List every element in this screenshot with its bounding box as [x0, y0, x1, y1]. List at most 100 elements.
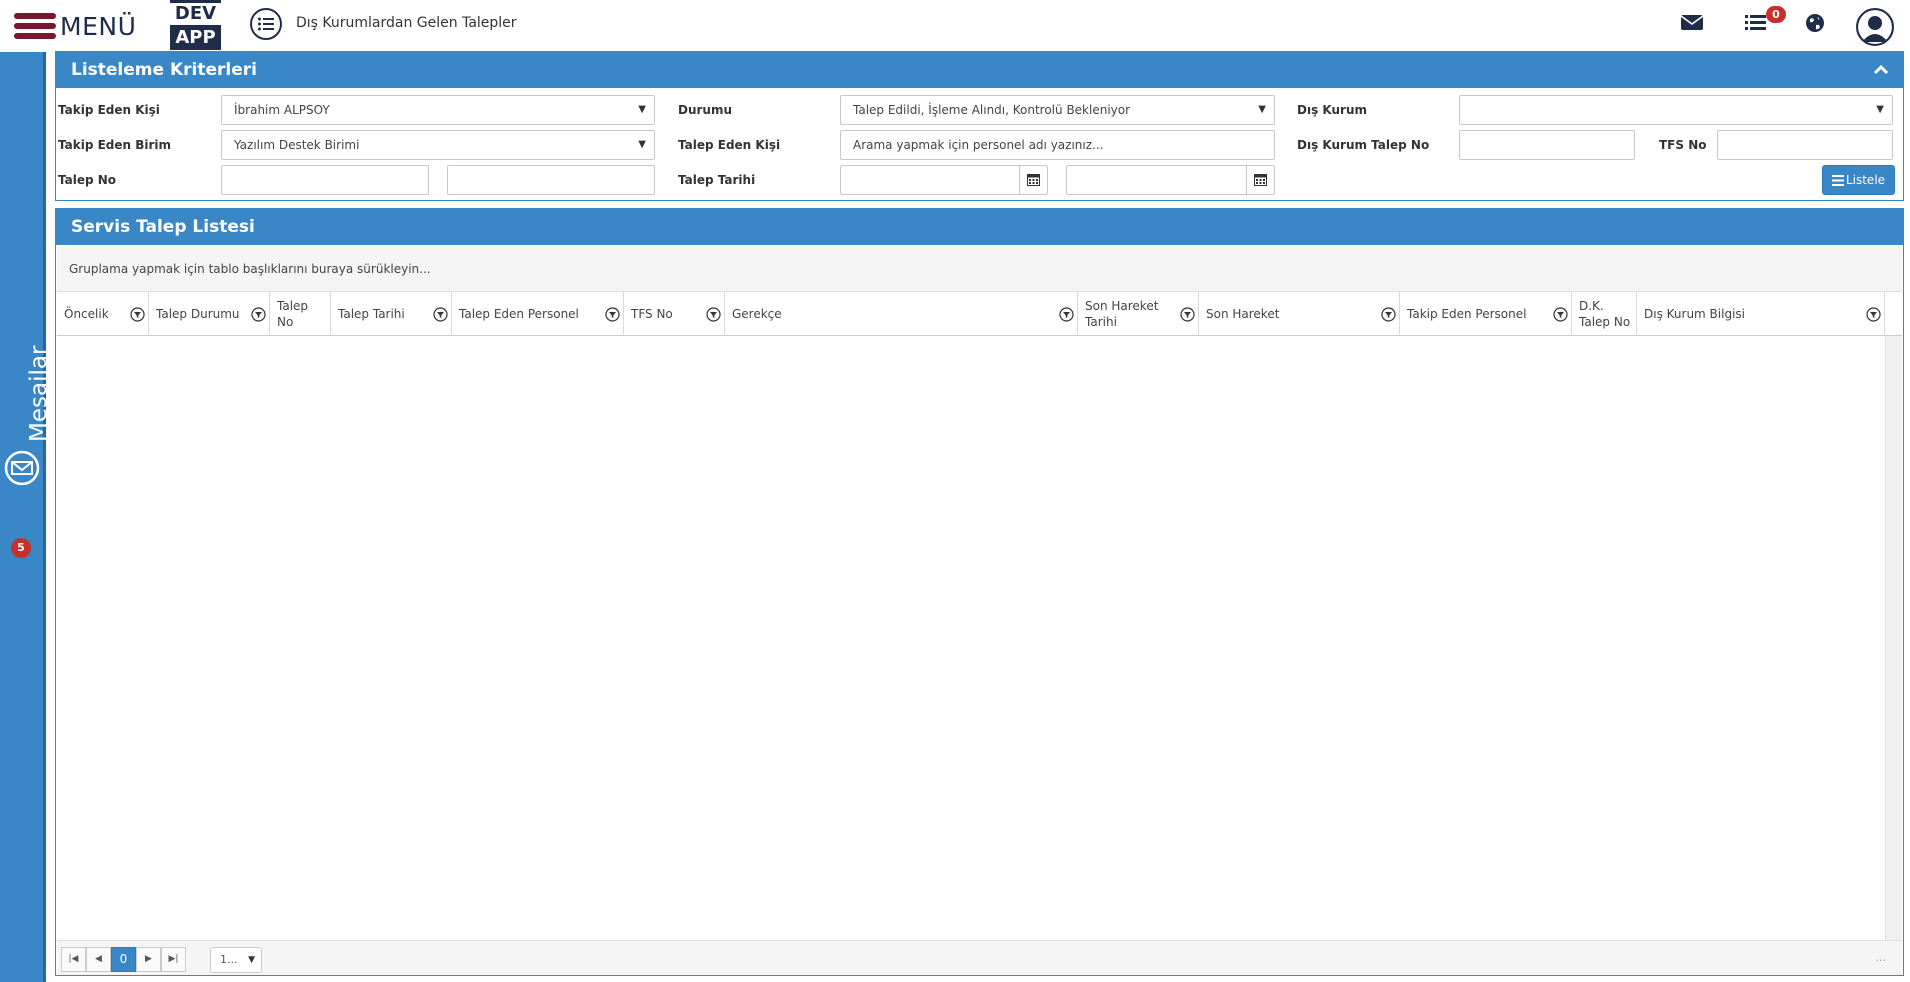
column-title: Talep No: [277, 299, 309, 329]
filter-icon[interactable]: [706, 307, 721, 322]
durumu-value: Talep Edildi, İşleme Alındı, Kontrolü Be…: [853, 103, 1131, 117]
criteria-panel-header: Listeleme Kriterleri: [56, 52, 1903, 88]
group-drop-area[interactable]: Gruplama yapmak için tablo başlıklarını …: [57, 247, 1902, 292]
column-title: Son Hareket: [1206, 307, 1280, 321]
prev-page-button[interactable]: ◀: [86, 947, 111, 972]
column-title: Talep Eden Personel: [459, 307, 579, 321]
list-circle-icon[interactable]: [250, 8, 282, 40]
filter-icon[interactable]: [1553, 307, 1568, 322]
filter-icon[interactable]: [251, 307, 266, 322]
last-page-button[interactable]: ▶|: [161, 947, 186, 972]
durumu-label: Durumu: [678, 103, 733, 117]
envelope-icon[interactable]: [1680, 12, 1708, 38]
messages-count-badge: 5: [11, 538, 31, 558]
grid-body[interactable]: [57, 336, 1902, 940]
talep-eden-kisi-label: Talep Eden Kişi: [678, 138, 781, 152]
column-title: Son Hareket Tarihi: [1085, 299, 1159, 329]
takip-eden-birim-select[interactable]: Yazılım Destek Birimi ▼: [221, 130, 655, 160]
column-header[interactable]: Gerekçe: [725, 292, 1078, 336]
menu-label: MENÜ: [60, 11, 137, 41]
first-page-button[interactable]: |◀: [61, 947, 86, 972]
talep-no-end-input[interactable]: [447, 165, 655, 195]
column-title: Talep Tarihi: [338, 307, 405, 321]
column-title: Gerekçe: [732, 307, 782, 321]
hamburger-icon: [14, 13, 56, 39]
calendar-icon[interactable]: [1019, 166, 1047, 194]
column-title: TFS No: [631, 307, 673, 321]
caret-down-icon: ▼: [1876, 104, 1884, 115]
column-title: Takip Eden Personel: [1407, 307, 1527, 321]
logo-bottom-text: APP: [170, 25, 221, 50]
messages-sidebar[interactable]: Mesajlar 5: [0, 52, 52, 982]
talep-no-label: Talep No: [58, 173, 117, 187]
column-header[interactable]: Talep Tarihi: [331, 292, 452, 336]
tasks-count-badge: 0: [1766, 6, 1786, 23]
dis-kurum-select[interactable]: ▼: [1459, 95, 1893, 125]
tfs-no-label: TFS No: [1659, 138, 1707, 152]
page-size-select[interactable]: 1... ▼: [210, 947, 262, 973]
list-panel-title: Servis Talep Listesi: [71, 217, 255, 237]
listele-label: Listele: [1845, 173, 1886, 187]
messages-label: Mesajlar: [26, 345, 52, 442]
talep-eden-kisi-placeholder: Arama yapmak için personel adı yazınız..…: [853, 138, 1104, 152]
caret-down-icon: ▼: [1258, 104, 1266, 115]
filter-icon[interactable]: [130, 307, 145, 322]
column-header[interactable]: Talep Durumu: [149, 292, 270, 336]
top-bar: MENÜ DEV APP Dış Kurumlardan Gelen Talep…: [0, 0, 1910, 50]
column-header[interactable]: Son Hareket: [1199, 292, 1400, 336]
criteria-panel-title: Listeleme Kriterleri: [71, 60, 257, 80]
filter-icon[interactable]: [433, 307, 448, 322]
takip-eden-birim-value: Yazılım Destek Birimi: [234, 138, 360, 152]
filter-icon[interactable]: [1180, 307, 1195, 322]
group-hint: Gruplama yapmak için tablo başlıklarını …: [69, 262, 431, 276]
column-header[interactable]: Son Hareket Tarihi: [1078, 292, 1199, 336]
tfs-no-input[interactable]: [1717, 130, 1893, 160]
talep-tarihi-label: Talep Tarihi: [678, 173, 756, 187]
list-icon: [1831, 175, 1844, 186]
vertical-scrollbar[interactable]: [1885, 336, 1902, 940]
chevron-up-icon[interactable]: [1873, 62, 1889, 78]
talep-eden-kisi-input[interactable]: Arama yapmak için personel adı yazınız..…: [840, 130, 1275, 160]
column-header[interactable]: Öncelik: [57, 292, 149, 336]
talep-tarihi-end-input[interactable]: [1066, 165, 1275, 195]
filter-icon[interactable]: [1381, 307, 1396, 322]
filter-icon[interactable]: [1866, 307, 1881, 322]
calendar-icon[interactable]: [1246, 166, 1274, 194]
takip-eden-kisi-select[interactable]: İbrahim ALPSOY ▼: [221, 95, 655, 125]
column-header[interactable]: TFS No: [624, 292, 725, 336]
dis-kurum-talep-no-input[interactable]: [1459, 130, 1635, 160]
current-page-button[interactable]: 0: [111, 947, 136, 972]
globe-icon[interactable]: [1804, 12, 1832, 38]
listele-button[interactable]: Listele: [1822, 165, 1895, 195]
list-panel: Servis Talep Listesi Gruplama yapmak içi…: [55, 208, 1904, 976]
dis-kurum-talep-no-label: Dış Kurum Talep No: [1297, 138, 1430, 152]
page-title: Dış Kurumlardan Gelen Talepler: [296, 15, 517, 31]
column-title: Öncelik: [64, 307, 109, 321]
user-avatar-icon[interactable]: [1856, 8, 1894, 46]
pager-info: ...: [1875, 951, 1887, 964]
envelope-icon: [4, 450, 40, 486]
caret-down-icon: ▼: [638, 104, 646, 115]
column-title: Dış Kurum Bilgisi: [1644, 307, 1745, 321]
page-size-value: 1...: [220, 953, 238, 966]
menu-button[interactable]: MENÜ: [14, 10, 136, 42]
app-logo[interactable]: DEV APP: [170, 0, 221, 50]
grid-pager: |◀ ◀ 0 ▶ ▶| 1... ▼ ...: [57, 940, 1902, 975]
caret-down-icon: ▼: [638, 139, 646, 150]
column-header[interactable]: Dış Kurum Bilgisi: [1637, 292, 1885, 336]
column-header[interactable]: Talep Eden Personel: [452, 292, 624, 336]
talep-tarihi-start-input[interactable]: [840, 165, 1048, 195]
column-header[interactable]: Takip Eden Personel: [1400, 292, 1572, 336]
caret-down-icon: ▼: [248, 955, 255, 965]
filter-icon[interactable]: [605, 307, 620, 322]
next-page-button[interactable]: ▶: [136, 947, 161, 972]
list-panel-header: Servis Talep Listesi: [56, 209, 1903, 245]
column-header[interactable]: D.K. Talep No: [1572, 292, 1637, 336]
column-title: D.K. Talep No: [1579, 299, 1631, 329]
column-header[interactable]: Talep No: [270, 292, 331, 336]
column-title: Talep Durumu: [156, 307, 240, 321]
filter-icon[interactable]: [1059, 307, 1074, 322]
talep-no-start-input[interactable]: [221, 165, 429, 195]
grid-header: Öncelik Talep Durumu Talep No Talep Tari…: [57, 292, 1902, 336]
durumu-select[interactable]: Talep Edildi, İşleme Alındı, Kontrolü Be…: [840, 95, 1275, 125]
